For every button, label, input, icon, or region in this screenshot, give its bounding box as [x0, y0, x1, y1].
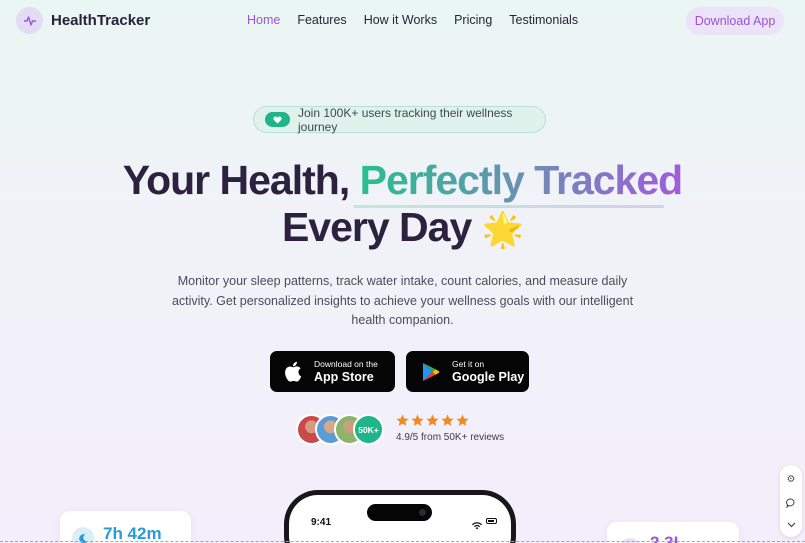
star-icon [411, 414, 424, 426]
star-icon [396, 414, 409, 426]
hero-subtitle: Monitor your sleep patterns, track water… [171, 274, 634, 327]
app-store-button[interactable]: Download on the App Store [270, 351, 395, 392]
google-play-big: Google Play [452, 369, 525, 384]
nav-link-how-it-works[interactable]: How it Works [364, 13, 437, 27]
join-badge: Join 100K+ users tracking their wellness… [253, 105, 546, 134]
google-play-button[interactable]: Get it on Google Play [406, 351, 529, 392]
app-store-big: App Store [314, 369, 374, 384]
headline-part1: Your Health, [122, 157, 360, 203]
top-nav: HealthTracker Home Features How it Works… [0, 0, 805, 42]
headline-underline [353, 205, 664, 208]
heart-icon [265, 112, 290, 127]
app-store-small: Download on the [314, 358, 378, 369]
battery-icon [486, 518, 497, 524]
join-badge-text: Join 100K+ users tracking their wellness… [297, 105, 513, 134]
google-play-icon [422, 362, 440, 382]
headline-line2: Every Day [281, 204, 472, 250]
phone-screen: 9:41 [289, 495, 511, 543]
rating-stars [396, 414, 469, 427]
phone-time: 9:41 [311, 517, 332, 528]
download-app-button[interactable]: Download App [686, 7, 784, 35]
chat-bubble-icon[interactable] [785, 497, 797, 509]
star-icon [456, 414, 469, 426]
nav-links: Home Features How it Works Pricing Testi… [247, 13, 595, 27]
star-icon [426, 414, 439, 426]
star-icon [441, 414, 454, 426]
nav-link-home[interactable]: Home [247, 13, 280, 27]
nav-link-features[interactable]: Features [297, 13, 346, 27]
user-count-badge: 50K+ [353, 414, 384, 445]
nav-link-testimonials[interactable]: Testimonials [509, 13, 578, 27]
sleep-card: 7h 42m [60, 511, 191, 543]
pulse-icon[interactable] [16, 7, 43, 34]
side-toolbar: ⚙ [780, 465, 802, 537]
headline-highlight: Perfectly Tracked [359, 157, 684, 203]
sparkle-star-icon: 🌟 [481, 211, 524, 249]
dynamic-island [367, 504, 432, 521]
rating-text: 4.9/5 from 50K+ reviews [396, 432, 505, 443]
phone-mockup: 9:41 [284, 490, 516, 543]
settings-gear-icon[interactable]: ⚙ [785, 473, 797, 485]
water-card: 2.3L [607, 522, 739, 543]
chevron-down-icon[interactable] [785, 519, 797, 531]
wifi-icon [472, 517, 482, 535]
nav-link-pricing[interactable]: Pricing [454, 13, 492, 27]
brand-name[interactable]: HealthTracker [51, 12, 150, 29]
apple-icon [284, 361, 302, 382]
viewport-edge [0, 541, 805, 542]
google-play-small: Get it on [452, 358, 485, 369]
